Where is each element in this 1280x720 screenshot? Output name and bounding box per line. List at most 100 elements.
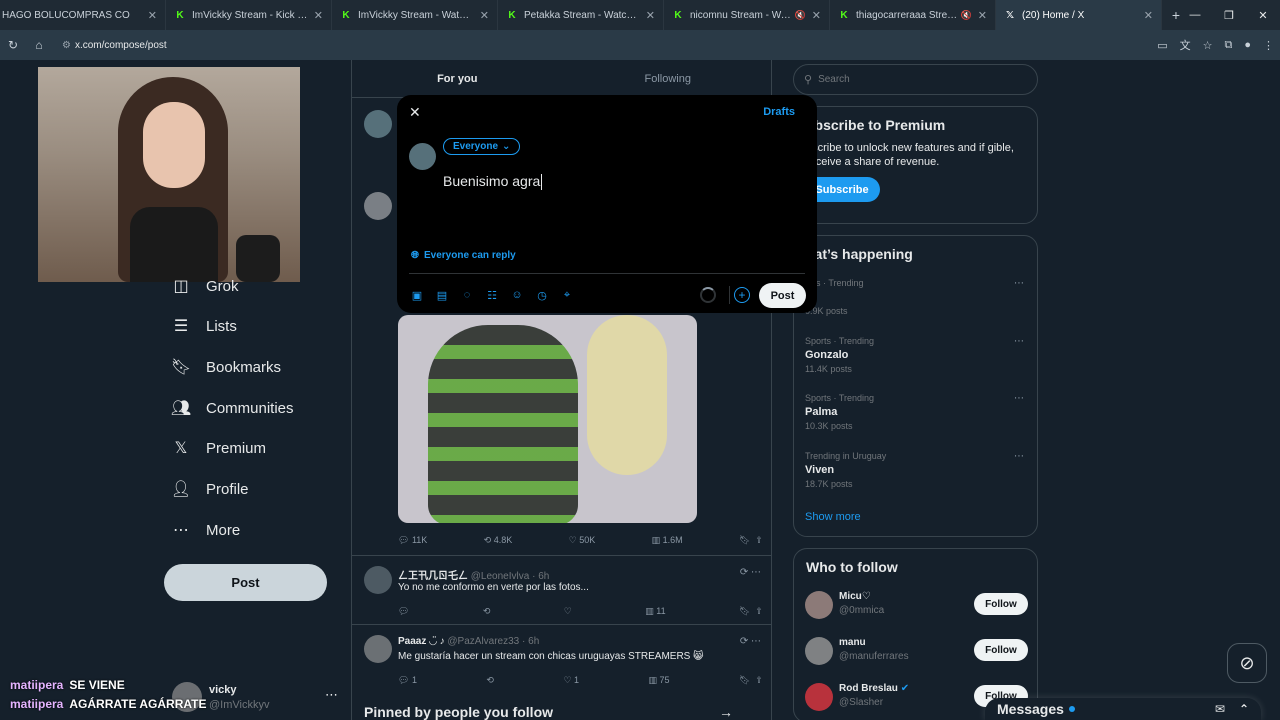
more-icon[interactable]: ⟳ ⋯ [740, 567, 761, 578]
browser-tab[interactable]: K thiagocarreraaa Stream - W 🔇 ✕ [830, 0, 996, 30]
sidebar-item-grok[interactable]: ◫ Grok [170, 270, 238, 302]
compose-textarea[interactable]: Buenisimo agra [443, 173, 543, 191]
avatar[interactable] [805, 591, 833, 619]
close-tab-icon[interactable]: ✕ [978, 9, 987, 22]
follow-button[interactable]: Follow [974, 639, 1028, 661]
drafts-button[interactable]: Drafts [763, 106, 795, 118]
add-post-icon[interactable]: + [734, 287, 750, 303]
trend-item[interactable]: Sports · Trending Palma 10.3K posts ⋯ [805, 393, 1030, 443]
post-button[interactable]: Post [164, 564, 327, 601]
repost-button[interactable]: ⟲ [486, 675, 494, 686]
home-icon[interactable]: ⌂ [26, 38, 52, 52]
sidebar-item-lists[interactable]: ☰ Lists [170, 310, 237, 342]
repost-button[interactable]: ⟲ 4.8K [484, 535, 513, 546]
sidebar-item-communities[interactable]: 👥︎ Communities [170, 392, 294, 424]
tab-following[interactable]: Following [563, 60, 772, 97]
expand-icon[interactable]: ⌃ [1239, 702, 1249, 716]
messages-drawer[interactable]: Messages ✉ ⌃ [985, 698, 1261, 720]
more-icon[interactable]: ⟳ ⋯ [740, 636, 761, 647]
browser-tab[interactable]: K ImVickky Stream - Kick Dashbo ✕ [166, 0, 332, 30]
muted-icon[interactable]: 🔇 [795, 10, 806, 21]
like-button[interactable]: ♡ 1 [563, 675, 579, 686]
trend-item[interactable]: Sports · Trending Gonzalo 11.4K posts ⋯ [805, 336, 1030, 386]
reply-post[interactable]: ㄥ㠪卂几ㄖ乇ㄥ @LeoneIvlva · 6h Yo no me confor… [352, 555, 771, 624]
profile-icon[interactable]: ● [1244, 39, 1251, 51]
avatar[interactable] [364, 110, 392, 138]
reload-icon[interactable]: ↻ [0, 38, 26, 52]
gif-icon[interactable]: ▤ [434, 287, 450, 303]
browser-tab[interactable]: K nicomnu Stream - Watch Li 🔇 ✕ [664, 0, 830, 30]
browser-tab[interactable]: HAGO BOLUCOMPRAS CO ✕ [0, 0, 166, 30]
post-image[interactable] [398, 315, 697, 523]
repost-button[interactable]: ⟲ [483, 606, 491, 617]
views-button[interactable]: ▥ 11 [645, 606, 665, 617]
close-icon[interactable]: ✕ [409, 104, 421, 121]
more-icon[interactable]: ⋯ [1014, 451, 1024, 462]
close-tab-icon[interactable]: ✕ [480, 9, 489, 22]
follow-button[interactable]: Follow [974, 593, 1028, 615]
minimize-icon[interactable]: — [1178, 0, 1212, 30]
close-tab-icon[interactable]: ✕ [148, 9, 157, 22]
avatar[interactable] [805, 683, 833, 711]
location-icon[interactable]: ⌖ [559, 287, 575, 303]
translate-icon[interactable]: 文 [1180, 37, 1191, 53]
menu-icon[interactable]: ⋮ [1263, 39, 1274, 52]
more-icon[interactable]: ⋯ [1014, 393, 1024, 404]
sidebar-item-profile[interactable]: 👤︎ Profile [170, 473, 249, 505]
emoji-icon[interactable]: ☺ [509, 287, 525, 303]
show-more-link[interactable]: Show more [805, 511, 861, 523]
avatar[interactable] [364, 566, 392, 594]
extensions-icon[interactable]: ⧉ [1224, 39, 1232, 52]
restore-icon[interactable]: ❐ [1212, 0, 1246, 30]
reply-button[interactable]: 💬︎ 11K [398, 535, 427, 546]
new-message-icon[interactable]: ✉ [1215, 702, 1225, 716]
post-submit-button[interactable]: Post [759, 283, 806, 308]
sidebar-item-premium[interactable]: 𝕏 Premium [170, 432, 266, 464]
close-tab-icon[interactable]: ✕ [812, 9, 821, 22]
trend-item[interactable]: itics · Trending ile 0.9K posts ⋯ [805, 278, 1030, 328]
bookmark-icon[interactable]: 🔖︎ ⇪ [739, 535, 763, 546]
views-button[interactable]: ▥ 1.6M [652, 535, 683, 546]
grok-button[interactable]: ⊘ [1227, 643, 1267, 683]
reply-post[interactable]: Paaaz ◡̈ ♪ @PazAlvarez33 · 6h Me gustarí… [352, 624, 771, 694]
views-button[interactable]: ▥ 75 [649, 675, 670, 686]
reply-button[interactable]: 💬︎ [398, 606, 409, 617]
arrow-right-icon[interactable]: → [719, 704, 733, 720]
bookmark-icon[interactable]: 🔖︎ ⇪ [739, 675, 763, 686]
poll-icon[interactable]: ☷ [484, 287, 500, 303]
audience-selector[interactable]: Everyone ⌄ [443, 138, 521, 155]
more-icon[interactable]: ⋯ [1014, 278, 1024, 289]
sidebar-item-bookmarks[interactable]: 🔖︎ Bookmarks [170, 351, 281, 383]
more-icon[interactable]: ⋯ [1014, 336, 1024, 347]
avatar[interactable] [364, 192, 392, 220]
search-input[interactable]: ⚲ Search [793, 64, 1038, 95]
reply-button[interactable]: 💬︎ 1 [398, 675, 417, 686]
media-icon[interactable]: ▣ [409, 287, 425, 303]
close-tab-icon[interactable]: ✕ [646, 9, 655, 22]
browser-tab-active[interactable]: 𝕏 (20) Home / X ✕ [996, 0, 1162, 30]
trend-item[interactable]: Trending in Uruguay Viven 18.7K posts ⋯ [805, 451, 1030, 501]
close-window-icon[interactable]: ✕ [1246, 0, 1280, 30]
muted-icon[interactable]: 🔇 [961, 10, 972, 21]
star-icon[interactable]: ☆ [1203, 39, 1213, 52]
bookmark-icon[interactable]: 🔖︎ ⇪ [739, 606, 763, 617]
follow-suggestion[interactable]: manu @manuferrares Follow [805, 633, 1030, 673]
follow-suggestion[interactable]: Micu♡ @0mmica Follow [805, 587, 1030, 627]
browser-tab[interactable]: K ImVickky Stream - Watch Live o ✕ [332, 0, 498, 30]
close-tab-icon[interactable]: ✕ [314, 9, 323, 22]
avatar[interactable] [805, 637, 833, 665]
schedule-icon[interactable]: ◷ [534, 287, 550, 303]
site-info-icon[interactable]: ⚙ [62, 40, 71, 51]
more-icon[interactable]: ⋯ [325, 687, 338, 703]
url-field[interactable]: x.com/compose/post [75, 40, 167, 51]
avatar[interactable] [364, 635, 392, 663]
browser-tab[interactable]: K Petakka Stream - Watch Live on ✕ [498, 0, 664, 30]
grok-icon[interactable]: ◌ [459, 287, 475, 303]
reply-setting-button[interactable]: 🌐︎ Everyone can reply [411, 250, 516, 261]
close-tab-icon[interactable]: ✕ [1144, 9, 1153, 22]
like-button[interactable]: ♡ 50K [569, 535, 596, 546]
cast-icon[interactable]: ▭ [1157, 39, 1167, 52]
sidebar-item-more[interactable]: ⋯ More [170, 514, 240, 546]
like-button[interactable]: ♡ [564, 606, 572, 617]
tab-for-you[interactable]: For you [352, 60, 563, 97]
